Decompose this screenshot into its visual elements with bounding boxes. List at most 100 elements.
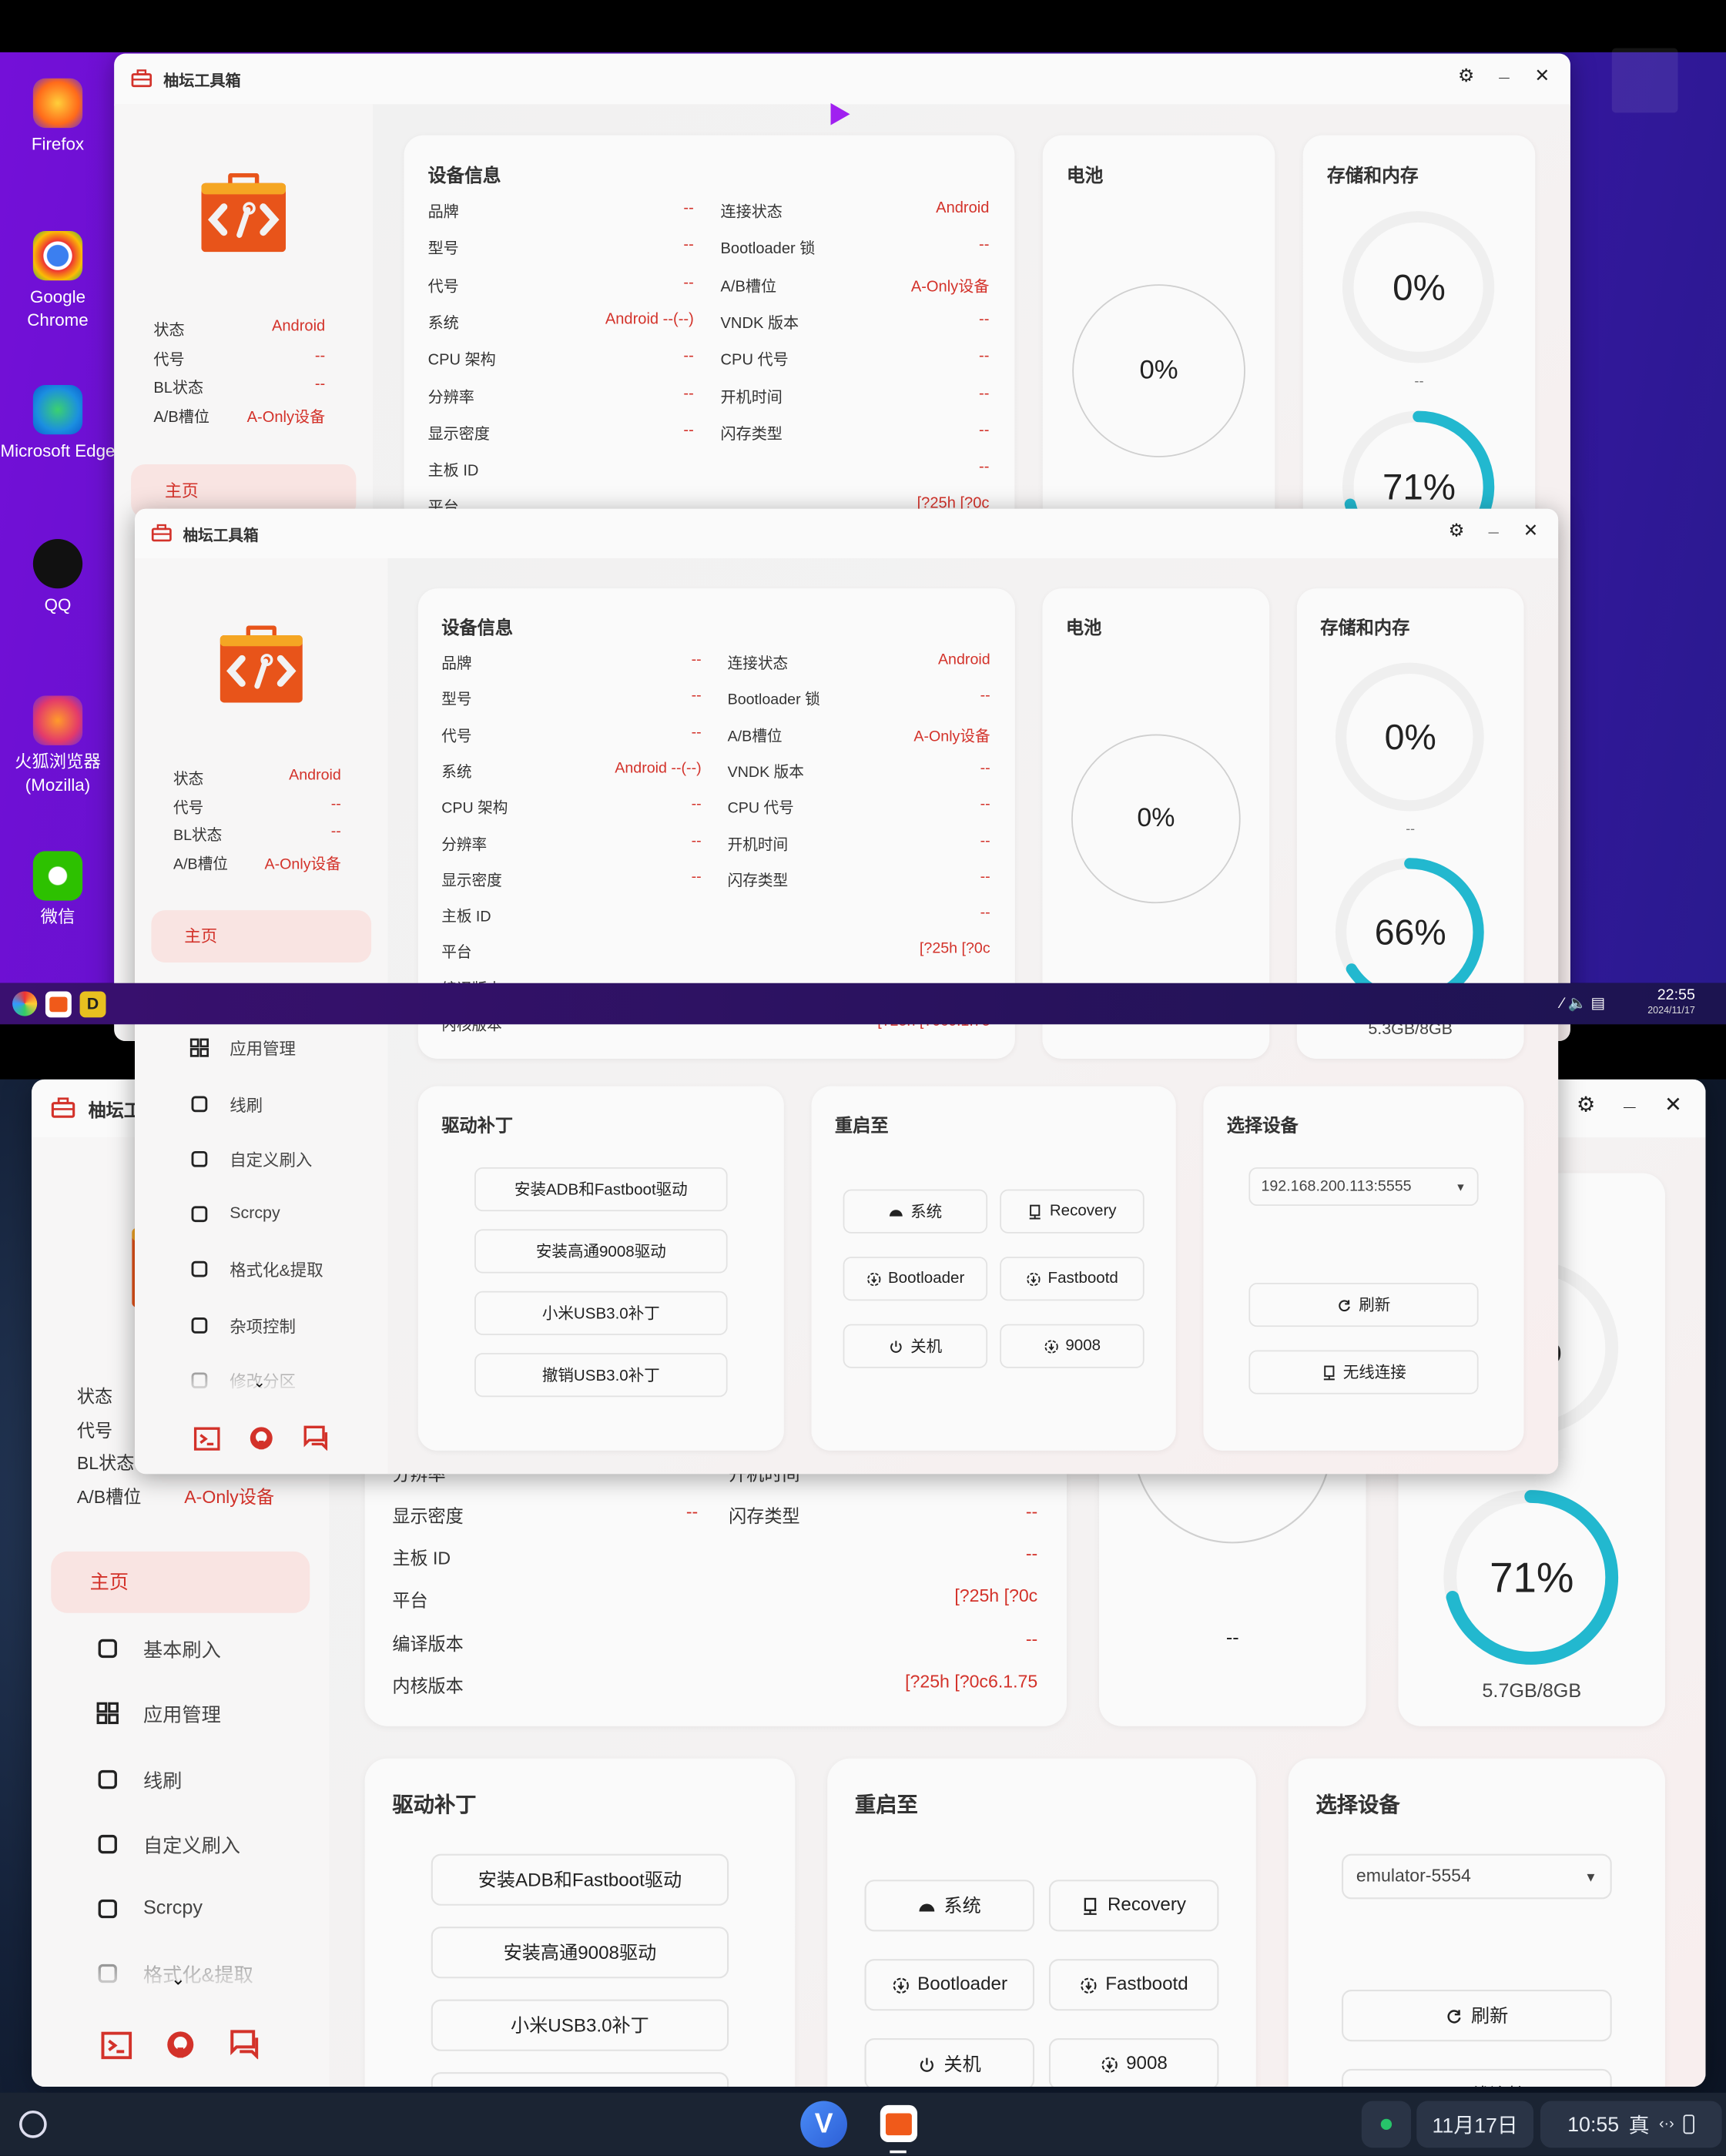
nav-item[interactable]: 杂项控制 xyxy=(135,1297,388,1353)
mouse-pointer-icon xyxy=(830,102,850,126)
terminal-icon[interactable] xyxy=(101,2031,132,2060)
nav-item[interactable]: 自定义刷入 xyxy=(32,1812,329,1877)
nav-item[interactable]: Scrcpy xyxy=(32,1876,329,1942)
scroll-down-chevron-icon[interactable]: ⌄ xyxy=(171,1969,186,1990)
feedback-chat-icon[interactable] xyxy=(303,1424,329,1451)
reboot-recovery-button[interactable]: Recovery xyxy=(1000,1189,1145,1234)
settings-gear-icon[interactable]: ⚙ xyxy=(1571,1093,1600,1119)
status-value: -- xyxy=(330,795,341,812)
minimize-button[interactable]: _ xyxy=(1481,514,1506,535)
settings-gear-icon[interactable]: ⚙ xyxy=(1453,65,1479,87)
driver-patch-card: 驱动补丁安装ADB和Fastboot驱动安装高通9008驱动小米USB3.0补丁… xyxy=(417,1086,784,1451)
reboot-fastbootd-button[interactable]: Fastbootd xyxy=(1000,1257,1145,1301)
title-bar[interactable]: 柚坛工具箱 ⚙ _ ✕ xyxy=(134,508,1559,560)
reboot-9008-button[interactable]: 9008 xyxy=(1000,1324,1145,1368)
clock-pill[interactable]: 10:55 真 ‹·› xyxy=(1540,2101,1722,2148)
reboot-9008-button[interactable]: 9008 xyxy=(1048,2038,1219,2087)
button-label: 9008 xyxy=(1065,1337,1101,1354)
desktop-shortcut[interactable]: Firefox xyxy=(0,78,116,157)
desktop-shortcut[interactable]: 火狐浏览器 (Mozilla) xyxy=(0,695,116,798)
toolbox-taskbar-icon[interactable] xyxy=(880,2104,918,2143)
device-select-card: 选择设备 192.168.200.113:5555 ▼ 刷新 无线连接 xyxy=(1203,1086,1524,1451)
nav-item[interactable]: 基本刷入 xyxy=(32,1616,329,1682)
close-button[interactable]: ✕ xyxy=(1530,65,1555,87)
info-row: 代号--A/B槽位A-Only设备 xyxy=(441,724,990,746)
button-label: 刷新 xyxy=(1359,1297,1391,1315)
info-row: 系统Android --(--)VNDK 版本-- xyxy=(441,760,990,782)
driver-button[interactable]: 撤销USB3.0补丁 xyxy=(474,1353,728,1398)
device-dropdown[interactable]: 192.168.200.113:5555 ▼ xyxy=(1248,1167,1479,1207)
device-dropdown[interactable]: emulator-5554 ▼ xyxy=(1342,1853,1612,1900)
reboot-系统-button[interactable]: 系统 xyxy=(864,1880,1035,1932)
date-pill[interactable]: 11月17日 xyxy=(1416,2101,1534,2148)
info-value: Android --(--) xyxy=(615,760,702,777)
settings-gear-icon[interactable]: ⚙ xyxy=(1444,520,1469,542)
reboot-card: 重启至系统 Recovery Bootloader Fastbootd 关机 9008 xyxy=(827,1758,1256,2087)
feedback-chat-icon[interactable] xyxy=(229,2028,260,2060)
driver-button[interactable]: 安装ADB和Fastboot驱动 xyxy=(431,1853,729,1906)
info-value: -- xyxy=(979,458,990,476)
sidebar-status-row: 状态 Android xyxy=(173,767,341,789)
desktop-shortcut[interactable]: Microsoft Edge xyxy=(0,384,116,464)
toolbox-taskbar-icon[interactable] xyxy=(45,991,72,1018)
github-icon[interactable] xyxy=(249,1426,273,1451)
window-title: 柚坛工具箱 xyxy=(183,527,259,545)
reboot-bootloader-button[interactable]: Bootloader xyxy=(864,1959,1035,2011)
reboot-fastbootd-button[interactable]: Fastbootd xyxy=(1048,1959,1219,2011)
nav-item[interactable]: 自定义刷入 xyxy=(135,1131,388,1187)
status-pill[interactable] xyxy=(1361,2101,1412,2148)
info-label: 主板 ID xyxy=(427,463,479,480)
title-bar[interactable]: 柚坛工具箱 ⚙ _ ✕ xyxy=(114,53,1570,106)
wireless-connect-button[interactable]: 无线连接 xyxy=(1342,2068,1612,2087)
minimize-button[interactable]: _ xyxy=(1492,59,1517,80)
nav-item[interactable]: 应用管理 xyxy=(32,1682,329,1747)
reboot-关机-button[interactable]: 关机 xyxy=(843,1324,988,1368)
reboot-bootloader-button[interactable]: Bootloader xyxy=(843,1257,988,1301)
reboot-关机-button[interactable]: 关机 xyxy=(864,2038,1035,2087)
refresh-button[interactable]: 刷新 xyxy=(1248,1283,1479,1327)
close-button[interactable]: ✕ xyxy=(1518,520,1543,542)
desktop-shortcut[interactable]: Google Chrome xyxy=(0,230,116,333)
github-icon[interactable] xyxy=(166,2030,195,2060)
close-button[interactable]: ✕ xyxy=(1659,1093,1688,1119)
card-title: 设备信息 xyxy=(441,617,514,638)
start-icon[interactable] xyxy=(12,991,38,1016)
tray-icons[interactable]: ⁄ 🔈 ▤ xyxy=(1561,994,1605,1012)
terminal-icon[interactable] xyxy=(193,1427,220,1451)
driver-button[interactable]: 小米USB3.0补丁 xyxy=(431,1999,729,2051)
desktop-shortcut[interactable]: 微信 xyxy=(0,851,116,929)
driver-button[interactable]: 安装ADB和Fastboot驱动 xyxy=(474,1167,728,1212)
minimize-button[interactable]: _ xyxy=(1615,1086,1644,1110)
nav-list[interactable]: 基本刷入应用管理线刷自定义刷入Scrcpy格式化&提取杂项控制修改分区 xyxy=(135,966,388,1398)
info-row: 平台 [?25h [?0c xyxy=(392,1588,1037,1614)
refresh-button[interactable]: 刷新 xyxy=(1342,1990,1612,2042)
launcher-button[interactable] xyxy=(18,2110,47,2138)
vpn-app-icon[interactable]: V xyxy=(800,2101,847,2148)
nav-item-home[interactable]: 主页 xyxy=(151,910,372,962)
download-circle-icon xyxy=(1101,2055,1118,2073)
wireless-connect-button[interactable]: 无线连接 xyxy=(1248,1350,1479,1394)
scroll-down-chevron-icon[interactable]: ⌄ xyxy=(253,1374,266,1391)
nav-item[interactable]: 应用管理 xyxy=(135,1020,388,1076)
info-value: -- xyxy=(979,310,990,328)
nav-item[interactable]: Scrcpy xyxy=(135,1187,388,1242)
nav-item[interactable]: 格式化&提取 xyxy=(135,1242,388,1297)
reboot-系统-button[interactable]: 系统 xyxy=(843,1189,988,1234)
driver-button[interactable]: 撤销USB3.0补丁 xyxy=(431,2072,729,2087)
info-row: 编译版本 -- xyxy=(392,1630,1037,1656)
info-value: -- xyxy=(980,760,990,777)
d-app-icon[interactable]: D xyxy=(79,991,106,1018)
nav-list[interactable]: 基本刷入应用管理线刷自定义刷入Scrcpy格式化&提取杂项控制修改分区 xyxy=(32,1616,329,1998)
info-label: Bootloader 锁 xyxy=(720,241,816,259)
driver-button[interactable]: 安装高通9008驱动 xyxy=(431,1927,729,1979)
power-icon xyxy=(889,1338,904,1354)
nav-item-home[interactable]: 主页 xyxy=(51,1551,310,1613)
nav-item[interactable]: 线刷 xyxy=(32,1746,329,1812)
nav-item[interactable]: 线刷 xyxy=(135,1076,388,1131)
driver-button[interactable]: 小米USB3.0补丁 xyxy=(474,1291,728,1335)
desktop-shortcut[interactable]: QQ xyxy=(0,538,116,618)
reboot-recovery-button[interactable]: Recovery xyxy=(1048,1880,1219,1932)
driver-button[interactable]: 安装高通9008驱动 xyxy=(474,1229,728,1274)
info-value: -- xyxy=(1025,1545,1038,1565)
info-value: [?25h [?0c6.1.75 xyxy=(905,1672,1038,1692)
